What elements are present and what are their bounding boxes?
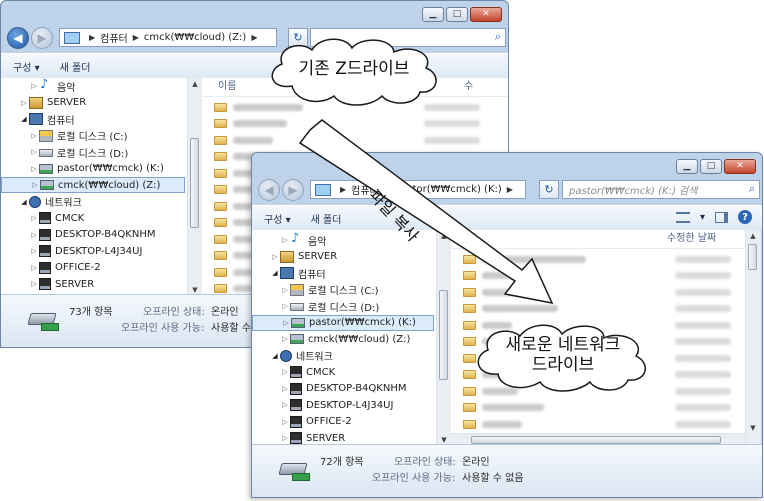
callout-new-drive-line1: 새로운 네트워크	[505, 335, 621, 355]
callout-existing-drive-text: 기존 Z드라이브	[298, 59, 410, 79]
callout-cloud-new-drive: 새로운 네트워크 드라이브	[470, 320, 656, 394]
copy-arrow-shape	[298, 119, 554, 305]
callout-new-drive-line2: 드라이브	[531, 355, 595, 375]
callout-cloud-existing-drive: 기존 Z드라이브	[262, 34, 446, 108]
